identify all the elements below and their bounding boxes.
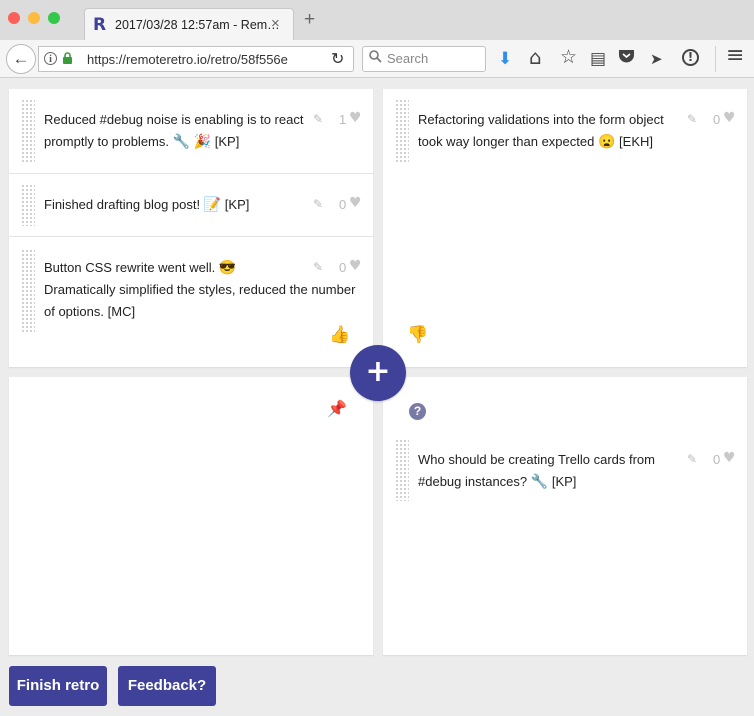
idea-text: Refactoring validations into the form ob…	[418, 112, 664, 149]
vote-count: 0	[713, 112, 721, 127]
pocket-icon[interactable]	[618, 48, 635, 69]
sunglasses-emoji-icon: 😎	[218, 259, 237, 275]
search-icon	[369, 50, 382, 66]
download-icon[interactable]: ⬇	[498, 49, 512, 69]
thumbs-down-icon: 👎	[407, 325, 429, 344]
tab-title: 2017/03/28 12:57am - Rem…	[115, 18, 280, 32]
happy-column: Reduced #debug noise is enabling is to r…	[9, 89, 373, 367]
idea-card: Finished drafting blog post! 📝 [KP] ✎ 0 …	[9, 174, 373, 236]
idea-author: [KP]	[214, 134, 240, 149]
edit-pencil-icon[interactable]: ✎	[313, 197, 323, 211]
vote-count: 0	[713, 452, 721, 467]
idea-text: Reduced #debug noise is enabling is to r…	[44, 112, 304, 149]
sad-column: Refactoring validations into the form ob…	[383, 89, 747, 367]
heart-vote-icon[interactable]: ♥	[723, 450, 736, 466]
frowning-emoji-icon: 😦	[597, 133, 616, 149]
wrench-emoji-icon: 🔧	[172, 133, 191, 149]
vote-count: 0	[339, 197, 347, 212]
thumbs-up-icon: 👍	[329, 325, 351, 344]
idea-author: [EKH]	[619, 134, 653, 149]
back-button[interactable]: ←	[6, 44, 36, 74]
drag-handle[interactable]	[21, 99, 35, 163]
menu-icon[interactable]: ≡	[726, 45, 744, 67]
send-icon[interactable]: ➤	[650, 49, 663, 69]
idea-card: Who should be creating Trello cards from…	[383, 435, 747, 505]
browser-tab[interactable]: R 2017/03/28 12:57am - Rem… ×	[84, 8, 294, 40]
party-popper-emoji-icon: 🎉	[193, 133, 212, 149]
add-idea-button[interactable]: +	[350, 345, 406, 401]
close-tab-icon[interactable]: ×	[271, 15, 280, 32]
drag-handle[interactable]	[395, 99, 409, 163]
lock-icon	[62, 52, 73, 67]
heart-vote-icon[interactable]: ♥	[723, 110, 736, 126]
home-icon[interactable]: ⌂	[529, 47, 542, 67]
finish-retro-button[interactable]: Finish retro	[9, 666, 107, 706]
vote-count: 0	[339, 260, 347, 275]
browser-titlebar: R 2017/03/28 12:57am - Rem… × +	[0, 0, 754, 40]
idea-text: Who should be creating Trello cards from…	[418, 452, 655, 489]
search-input[interactable]	[387, 51, 479, 66]
confused-column: ? Who should be creating Trello cards fr…	[383, 377, 747, 655]
idea-author: [KP]	[551, 474, 577, 489]
new-tab-button[interactable]: +	[304, 10, 315, 29]
feedback-button[interactable]: Feedback?	[118, 666, 216, 706]
zoom-window-button[interactable]	[48, 12, 60, 24]
idea-author: [MC]	[107, 304, 136, 319]
minimize-window-button[interactable]	[28, 12, 40, 24]
heart-vote-icon[interactable]: ♥	[349, 195, 362, 211]
edit-pencil-icon[interactable]: ✎	[687, 112, 697, 126]
wrench-emoji-icon: 🔧	[530, 473, 549, 489]
drag-handle[interactable]	[21, 249, 35, 333]
question-icon: ?	[409, 403, 426, 420]
close-window-button[interactable]	[8, 12, 20, 24]
remoteretro-favicon-icon: R	[93, 15, 107, 35]
alert-icon[interactable]: !	[682, 49, 699, 66]
info-icon[interactable]: i	[44, 52, 57, 65]
edit-pencil-icon[interactable]: ✎	[313, 260, 323, 274]
bookmark-star-icon[interactable]: ☆	[560, 47, 577, 67]
vote-count: 1	[339, 112, 347, 127]
pin-icon: 📌	[327, 401, 347, 418]
drag-handle[interactable]	[21, 184, 35, 226]
idea-card: Button CSS rewrite went well. 😎 Dramatica…	[9, 237, 373, 337]
heart-vote-icon[interactable]: ♥	[349, 258, 362, 274]
idea-text: Finished drafting blog post! 📝 [KP]	[44, 196, 250, 212]
edit-pencil-icon[interactable]: ✎	[687, 452, 697, 466]
action-items-column: 📌	[9, 377, 373, 655]
idea-card: Refactoring validations into the form ob…	[383, 89, 747, 173]
reading-list-icon[interactable]: ▤	[590, 49, 606, 69]
idea-card: Reduced #debug noise is enabling is to r…	[9, 89, 373, 173]
url-bar[interactable]: i https://remoteretro.io/retro/58f556e ↻	[38, 46, 354, 72]
toolbar-divider	[715, 46, 716, 72]
edit-pencil-icon[interactable]: ✎	[313, 112, 323, 126]
reload-icon[interactable]: ↻	[331, 49, 344, 69]
idea-author: [KP]	[224, 197, 250, 212]
search-bar[interactable]	[362, 46, 486, 72]
drag-handle[interactable]	[395, 439, 409, 501]
url-text: https://remoteretro.io/retro/58f556e	[87, 52, 288, 67]
memo-emoji-icon: 📝	[203, 196, 222, 212]
heart-vote-icon[interactable]: ♥	[349, 110, 362, 126]
browser-navbar: i https://remoteretro.io/retro/58f556e ↻…	[0, 40, 754, 78]
